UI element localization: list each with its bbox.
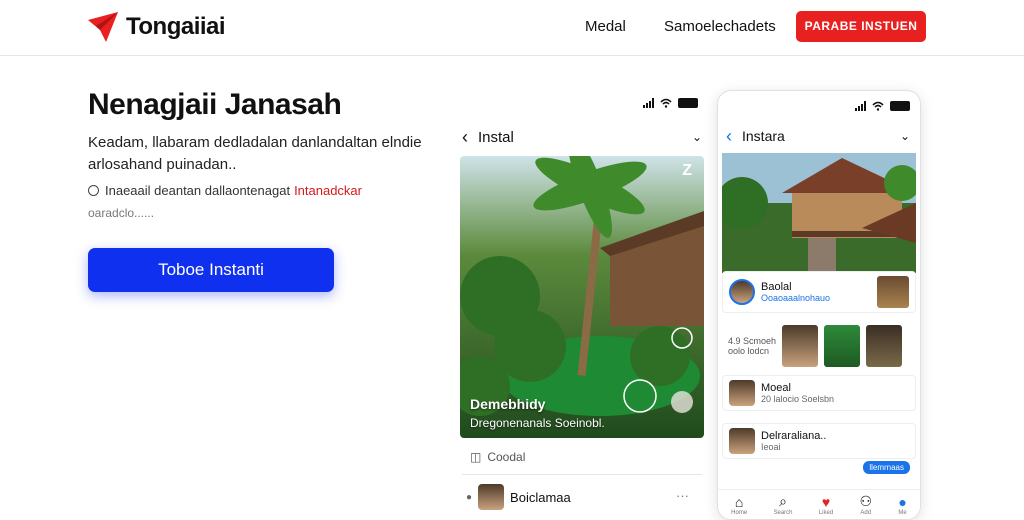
user-row[interactable]: ● Boiclamaa ···	[466, 484, 689, 510]
signal-icon	[855, 101, 866, 111]
wifi-icon	[872, 101, 884, 111]
profile-icon[interactable]: ● Me	[898, 494, 906, 516]
heart-icon[interactable]: ♥ Liked	[819, 494, 833, 516]
gallery-thumb[interactable]	[824, 325, 861, 367]
user-card[interactable]: Delraraliana.. Ieoai	[722, 423, 916, 459]
brand-logo[interactable]: Tongaiiai	[86, 10, 226, 44]
user-card-name: Delraraliana..	[761, 430, 827, 442]
avatar	[729, 428, 755, 454]
user-card-text: Delraraliana.. Ieoai	[761, 430, 826, 452]
search-icon[interactable]: ⌕ Search	[773, 493, 792, 516]
stats-line-1: 4.9 Scmoeh	[728, 336, 777, 346]
user-card-row: Moeal 20 lalocio Soelsbn	[723, 376, 915, 410]
nav-link-secondary[interactable]: Samoelechadets	[664, 18, 776, 35]
user-card-meta: Ieoai	[761, 442, 781, 452]
tab-label-home: Home	[731, 509, 748, 516]
brand-logo-icon	[88, 12, 118, 42]
avatar	[478, 484, 505, 510]
profile-meta: Ooaoaaalnohauo	[761, 293, 831, 303]
comment-icon: ◫	[470, 450, 482, 464]
thumbnail	[877, 276, 909, 308]
ellipsis-icon[interactable]: ···	[676, 488, 689, 503]
photo-caption: Dregonenanals Soeinobl.	[470, 416, 605, 430]
signal-icon	[643, 98, 654, 108]
nav-link-medal[interactable]: Medal	[585, 18, 626, 35]
gallery-thumb[interactable]	[866, 325, 903, 367]
back-arrow-icon[interactable]: ‹	[462, 127, 468, 148]
hero-description: Keadam, llabaram dedladalan danlandaltan…	[88, 134, 422, 173]
header-cta-button[interactable]: PARABE INSTUEN	[796, 11, 926, 42]
stats-gallery: 4.9 Scmoeh oolo lodcn	[722, 321, 916, 371]
hero-note: Inaeaail deantan dallaontenagat Intanadck…	[88, 180, 428, 224]
comment-row[interactable]: ◫ Coodal	[470, 450, 525, 464]
photo-badge: Z	[682, 162, 692, 179]
user-card-row: Delraraliana.. Ieoai	[723, 424, 915, 458]
photo-title: Demebhidy	[470, 396, 546, 412]
home-icon[interactable]: ⌂ Home	[731, 494, 747, 516]
profile-card-row: Baolal Ooaoaaalnohauo	[723, 272, 915, 312]
profile-card-text: Baolal Ooaoaaalnohauo	[761, 281, 830, 303]
battery-icon	[678, 98, 698, 108]
profile-card[interactable]: Baolal Ooaoaaalnohauo	[722, 271, 916, 313]
comment-label: Coodal	[487, 450, 526, 464]
wifi-icon	[660, 98, 672, 108]
user-card[interactable]: Moeal 20 lalocio Soelsbn	[722, 375, 916, 411]
gallery-thumb[interactable]	[782, 325, 819, 367]
avatar	[729, 380, 755, 406]
user-name: Boiclamaa	[510, 489, 571, 505]
user-card-text: Moeal 20 lalocio Soelsbn	[761, 382, 834, 404]
primary-cta-button[interactable]: Toboe Instanti	[88, 248, 334, 292]
app-bar: ‹ Instal ⌄	[462, 126, 702, 148]
tab-label-add: Add	[860, 510, 872, 516]
top-header: Tongaiiai Medal Samoelechadets PARABE IN…	[0, 0, 1024, 56]
house-photo[interactable]	[722, 153, 916, 273]
avatar	[729, 279, 755, 305]
chevron-down-icon[interactable]: ⌄	[692, 130, 702, 144]
tab-label-search: Search	[773, 510, 793, 516]
clock-icon	[88, 185, 99, 196]
bottom-tab-bar: ⌂ Home ⌕ Search ♥ Liked ⚇ Add ● Me	[718, 489, 920, 519]
tab-label-me: Me	[898, 509, 907, 516]
tab-label-liked: Liked	[818, 509, 834, 516]
status-bar-2	[855, 101, 910, 111]
hero-title: Nenagjaii Janasah	[88, 88, 342, 121]
user-card-name: Moeal	[761, 382, 791, 394]
brand-name: Tongaiiai	[126, 13, 226, 40]
stats-text: 4.9 Scmoeh oolo lodcn	[728, 336, 776, 356]
hero-note-link[interactable]: Intanadckar	[294, 183, 362, 198]
profile-add-icon[interactable]: ⚇ Add	[859, 493, 872, 516]
bullet-icon: ●	[466, 491, 473, 503]
stats-line-2: oolo lodcn	[728, 346, 770, 356]
app-title: Instal	[478, 128, 514, 146]
app-title-2: Instara	[742, 128, 785, 144]
user-card-meta: 20 lalocio Soelsbn	[761, 394, 835, 404]
divider	[462, 474, 702, 475]
battery-icon	[890, 101, 910, 111]
stats-gallery-row: 4.9 Scmoeh oolo lodcn	[722, 321, 916, 371]
back-arrow-icon[interactable]: ‹	[726, 126, 732, 147]
profile-name: Baolal	[761, 281, 792, 293]
app-bar-2: ‹ Instara ⌄	[726, 125, 910, 147]
phone-mockup-2: ‹ Instara ⌄ Baolal Ooaoaaalnohauo 4.9 Sc…	[717, 90, 921, 520]
garden-photo[interactable]: Z Demebhidy Dregonenanals Soeinobl.	[460, 156, 704, 438]
new-posts-pill[interactable]: llemrnaas	[863, 461, 910, 474]
hero-note-sub: oaradclo......	[88, 206, 155, 220]
status-bar	[643, 98, 698, 108]
phone-mockup-1: ‹ Instal ⌄ Z Demebhidy Dregonenanals Soe…	[452, 90, 712, 512]
chevron-down-icon[interactable]: ⌄	[900, 129, 910, 143]
hero-note-text: Inaeaail deantan dallaontenagat	[105, 183, 291, 198]
